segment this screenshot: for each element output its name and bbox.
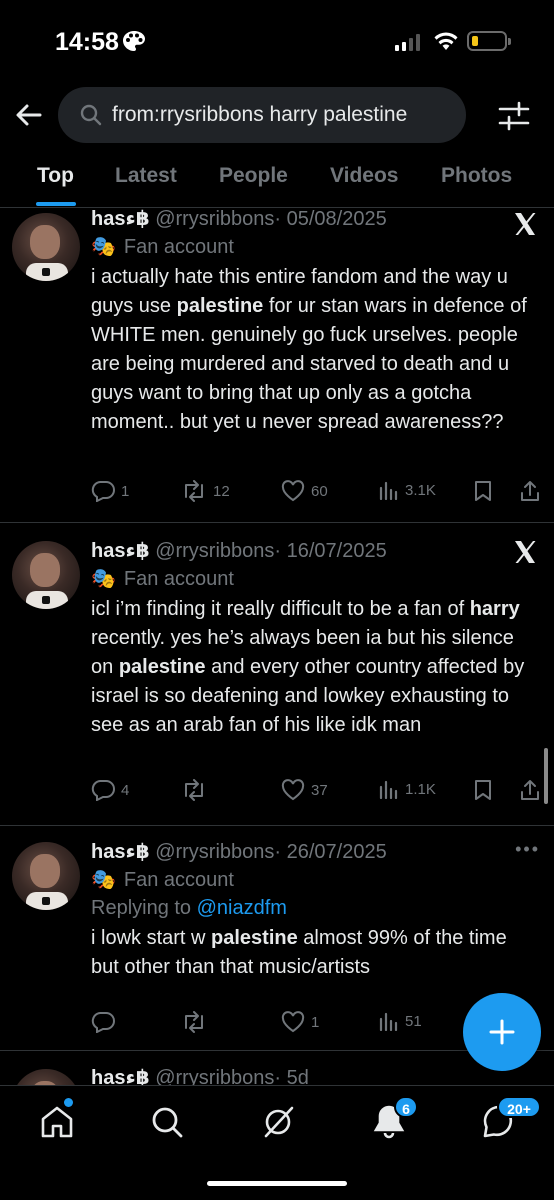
tweet-header: hasء฿ @rrysribbons· 05/08/2025 <box>91 209 540 233</box>
display-name[interactable]: hasء฿ <box>91 209 150 230</box>
avatar[interactable] <box>12 1069 80 1085</box>
bookmark-icon[interactable] <box>473 779 493 801</box>
mask-icon: 🎭 <box>91 869 116 891</box>
notifications-badge: 6 <box>394 1096 418 1118</box>
search-tabs: Top Latest People Videos Photos <box>0 158 554 208</box>
back-arrow-icon[interactable] <box>12 98 46 132</box>
tab-top[interactable]: Top <box>37 164 74 188</box>
avatar[interactable] <box>12 213 80 281</box>
search-results-feed: hasء฿ @rrysribbons· 05/08/2025 🎭 Fan acc… <box>0 209 554 1085</box>
account-label: 🎭 Fan account <box>91 233 540 261</box>
reply-button[interactable]: 4 <box>91 779 129 801</box>
tweet[interactable]: hasء฿ @rrysribbons· 16/07/2025 🎭 Fan acc… <box>0 524 554 826</box>
display-name[interactable]: hasء฿ <box>91 841 150 863</box>
wifi-icon <box>434 32 458 50</box>
scrollbar[interactable] <box>544 748 548 804</box>
handle-and-date[interactable]: @rrysribbons· 16/07/2025 <box>155 540 387 562</box>
repost-button[interactable] <box>181 1011 213 1033</box>
tweet-actions: 1 12 60 3.1K <box>91 480 541 510</box>
search-icon <box>80 104 102 126</box>
reply-button[interactable]: 1 <box>91 480 129 502</box>
status-time: 14:58 <box>55 28 119 56</box>
search-input[interactable]: from:rrysribbons harry palestine <box>58 87 466 143</box>
tweet-header: hasء฿ @rrysribbons· 26/07/2025 <box>91 838 540 866</box>
tweet-header: hasء฿ @rrysribbons· 16/07/2025 <box>91 537 540 565</box>
like-button[interactable]: 37 <box>281 779 328 801</box>
tab-videos[interactable]: Videos <box>330 164 398 188</box>
tweet[interactable]: hasء฿ @rrysribbons· 05/08/2025 🎭 Fan acc… <box>0 209 554 523</box>
views-chart-icon <box>379 481 398 500</box>
avatar[interactable] <box>12 541 80 609</box>
tweet[interactable]: hasء฿ @rrysribbons· 5d <box>0 1052 554 1085</box>
home-unread-dot <box>64 1098 73 1107</box>
plus-icon <box>489 1019 515 1045</box>
views-chart-icon <box>379 780 398 799</box>
replying-to: Replying to @niazdfm <box>91 897 287 919</box>
cellular-signal-icon <box>395 34 420 51</box>
battery-level <box>472 36 478 46</box>
palette-icon <box>123 31 145 51</box>
repost-icon <box>185 1011 203 1033</box>
search-icon[interactable] <box>147 1102 187 1142</box>
repost-icon <box>185 480 203 502</box>
handle-and-date[interactable]: @rrysribbons· 26/07/2025 <box>155 841 387 863</box>
reply-icon <box>91 481 115 502</box>
tweet-actions: 4 37 1.1K <box>91 779 541 809</box>
tweet-header: hasء฿ @rrysribbons· 5d <box>91 1064 540 1085</box>
heart-icon <box>281 1011 305 1033</box>
tweet-text: i actually hate this entire fandom and t… <box>91 266 527 433</box>
messages-badge: 20+ <box>497 1096 541 1118</box>
views-button[interactable]: 3.1K <box>379 480 436 500</box>
home-icon[interactable] <box>37 1102 77 1142</box>
active-tab-indicator <box>36 202 76 206</box>
compose-post-button[interactable] <box>463 993 541 1071</box>
tweet-text: icl i’m finding it really difficult to b… <box>91 598 525 736</box>
avatar[interactable] <box>12 842 80 910</box>
display-name[interactable]: hasء฿ <box>91 1067 150 1085</box>
views-button[interactable]: 1.1K <box>379 779 436 799</box>
repost-button[interactable]: 12 <box>181 480 230 502</box>
account-label: 🎭 Fan account <box>91 565 540 593</box>
tab-people[interactable]: People <box>219 164 288 188</box>
tweet-text: i lowk start w palestine almost 99% of t… <box>91 927 507 978</box>
grok-icon[interactable] <box>258 1102 298 1142</box>
like-button[interactable]: 1 <box>281 1011 319 1033</box>
reply-button[interactable] <box>91 1011 121 1033</box>
share-icon[interactable] <box>519 480 541 502</box>
tab-photos[interactable]: Photos <box>441 164 512 188</box>
share-icon[interactable] <box>519 779 541 801</box>
home-indicator <box>207 1181 347 1186</box>
display-name[interactable]: hasء฿ <box>91 540 150 562</box>
mask-icon: 🎭 <box>91 236 116 258</box>
filter-settings-icon[interactable] <box>497 100 531 132</box>
heart-icon <box>281 480 305 502</box>
views-button[interactable]: 51 <box>379 1011 422 1031</box>
reply-icon <box>91 780 115 801</box>
like-button[interactable]: 60 <box>281 480 328 502</box>
reply-icon <box>91 1012 115 1033</box>
search-query-text: from:rrysribbons harry palestine <box>112 103 408 126</box>
replying-to-handle[interactable]: @niazdfm <box>197 897 287 919</box>
mask-icon: 🎭 <box>91 568 116 590</box>
tab-latest[interactable]: Latest <box>115 164 177 188</box>
account-label: 🎭 Fan account <box>91 866 540 894</box>
repost-button[interactable] <box>181 779 213 801</box>
repost-icon <box>185 779 203 801</box>
bookmark-icon[interactable] <box>473 480 493 502</box>
battery-icon <box>467 31 511 51</box>
status-bar: 14:58 <box>0 0 554 80</box>
handle-and-date[interactable]: @rrysribbons· 05/08/2025 <box>155 209 387 230</box>
heart-icon <box>281 779 305 801</box>
handle-and-date[interactable]: @rrysribbons· 5d <box>155 1067 309 1085</box>
views-chart-icon <box>379 1012 398 1031</box>
